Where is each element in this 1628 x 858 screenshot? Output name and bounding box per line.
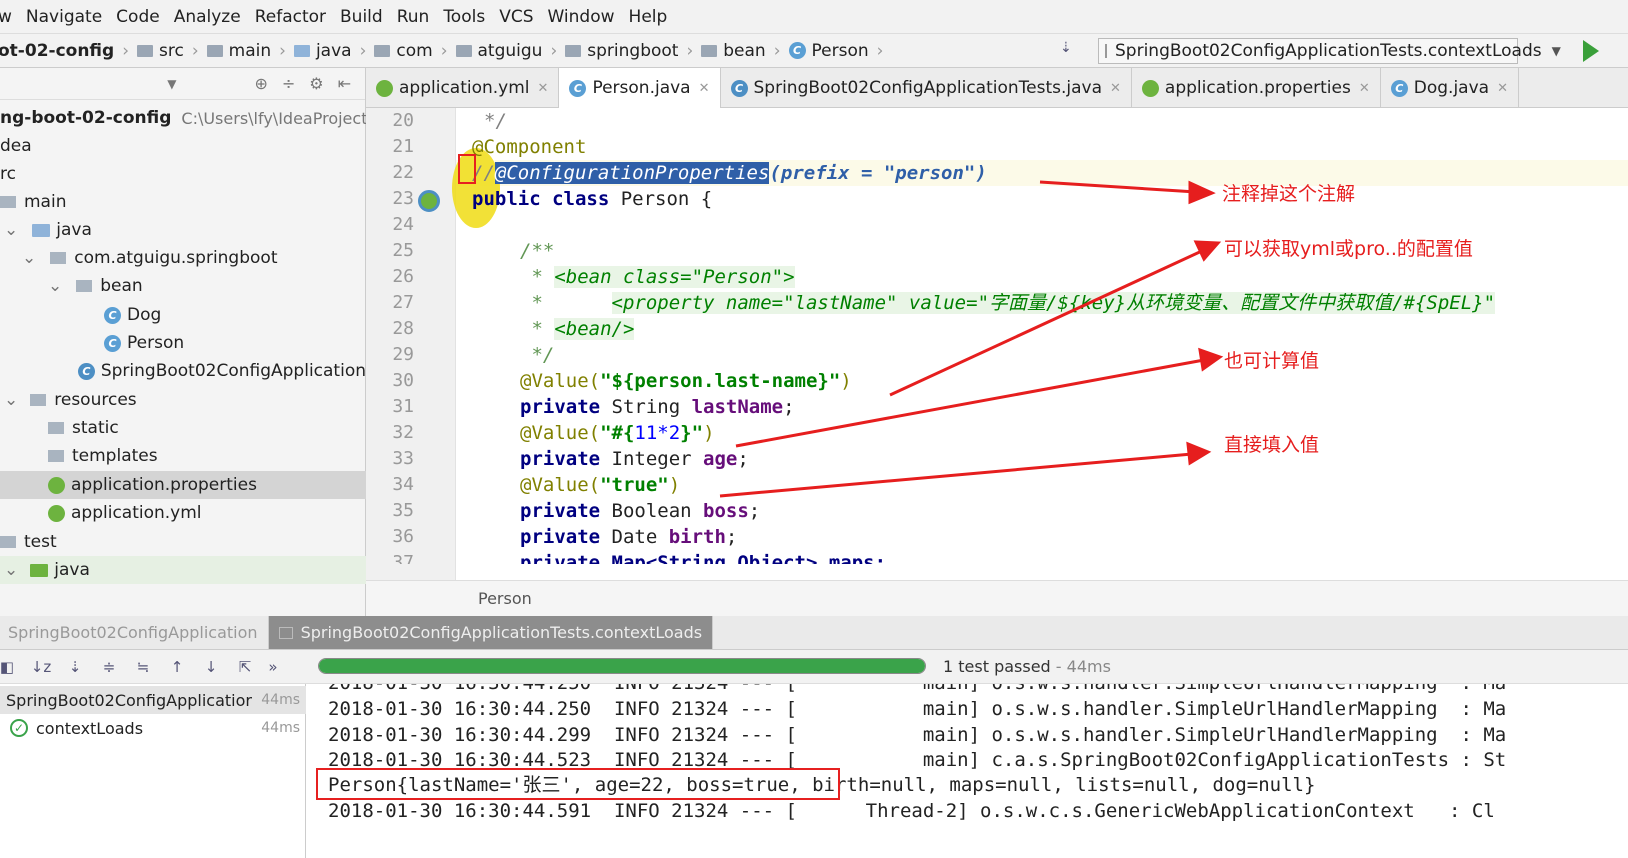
test-name: contextLoads — [36, 718, 144, 738]
arrow-line — [1039, 180, 1197, 194]
test-status-text: 1 test passed — [943, 657, 1051, 676]
more-icon[interactable]: » — [268, 658, 278, 676]
progress-fill — [319, 659, 925, 673]
expand-all-icon[interactable]: ≑ — [98, 658, 120, 676]
ide-window: { "menu":["w","Navigate","Code","Analyze… — [0, 0, 1628, 858]
test-suite-row[interactable]: SpringBoot02ConfigApplicatior 44ms — [0, 686, 306, 714]
export-icon[interactable]: ⇱ — [234, 658, 256, 676]
note-get-config: 可以获取yml或pro..的配置值 — [1224, 238, 1473, 260]
console-output[interactable]: 2018-01-30 16:30:44.250 INFO 21324 --- [… — [306, 684, 1628, 858]
test-case-row[interactable]: ✓ contextLoads 44ms — [0, 714, 306, 742]
arrow-head — [1186, 441, 1212, 466]
test-time: 44ms — [261, 720, 300, 736]
note-compute: 也可计算值 — [1224, 350, 1320, 372]
console-line: 2018-01-30 16:30:44.250 INFO 21324 --- [… — [328, 684, 1506, 696]
arrow-line — [719, 452, 1193, 498]
arrow-up-icon[interactable]: ↑ — [166, 658, 188, 676]
run-tab-label: SpringBoot02ConfigApplication — [8, 623, 258, 642]
arrow-head — [1198, 347, 1224, 372]
note-direct-value: 直接填入值 — [1224, 434, 1320, 456]
test-time: 44ms — [261, 692, 300, 708]
test-name: SpringBoot02ConfigApplicatior — [6, 690, 252, 710]
test-status: 1 test passed - 44ms — [943, 650, 1111, 684]
console-line: 2018-01-30 16:30:44.299 INFO 21324 --- [… — [328, 724, 1507, 746]
collapse-all-icon[interactable]: ≒ — [132, 658, 154, 676]
junit-icon — [278, 626, 293, 639]
rerun-icon[interactable]: ◧ — [0, 658, 18, 676]
annotation-red-box — [316, 768, 840, 800]
sort-alpha-icon[interactable]: ↓z — [30, 658, 52, 676]
console-line: 2018-01-30 16:30:44.250 INFO 21324 --- [… — [328, 698, 1507, 720]
test-duration: - 44ms — [1050, 657, 1111, 676]
arrow-line — [735, 358, 1205, 448]
sort-duration-icon[interactable]: ⇣ — [64, 658, 86, 676]
run-tabs: SpringBoot02ConfigApplication SpringBoot… — [0, 616, 1628, 650]
arrow-head — [1188, 180, 1216, 205]
arrow-down-icon[interactable]: ↓ — [200, 658, 222, 676]
run-tab-application[interactable]: SpringBoot02ConfigApplication — [0, 616, 269, 649]
console-line: 2018-01-30 16:30:44.591 INFO 21324 --- [… — [328, 800, 1495, 822]
arrow-line — [889, 248, 1205, 397]
test-results-tree: SpringBoot02ConfigApplicatior 44ms ✓ conte… — [0, 684, 306, 858]
arrow-head — [1193, 240, 1222, 262]
test-progress-bar — [318, 658, 926, 674]
run-tab-tests[interactable]: SpringBoot02ConfigApplicationTests.conte… — [268, 616, 714, 649]
note-comment-out: 注释掉这个注解 — [1222, 183, 1356, 205]
check-icon: ✓ — [10, 719, 28, 737]
run-tab-label: SpringBoot02ConfigApplicationTests.conte… — [300, 623, 703, 642]
